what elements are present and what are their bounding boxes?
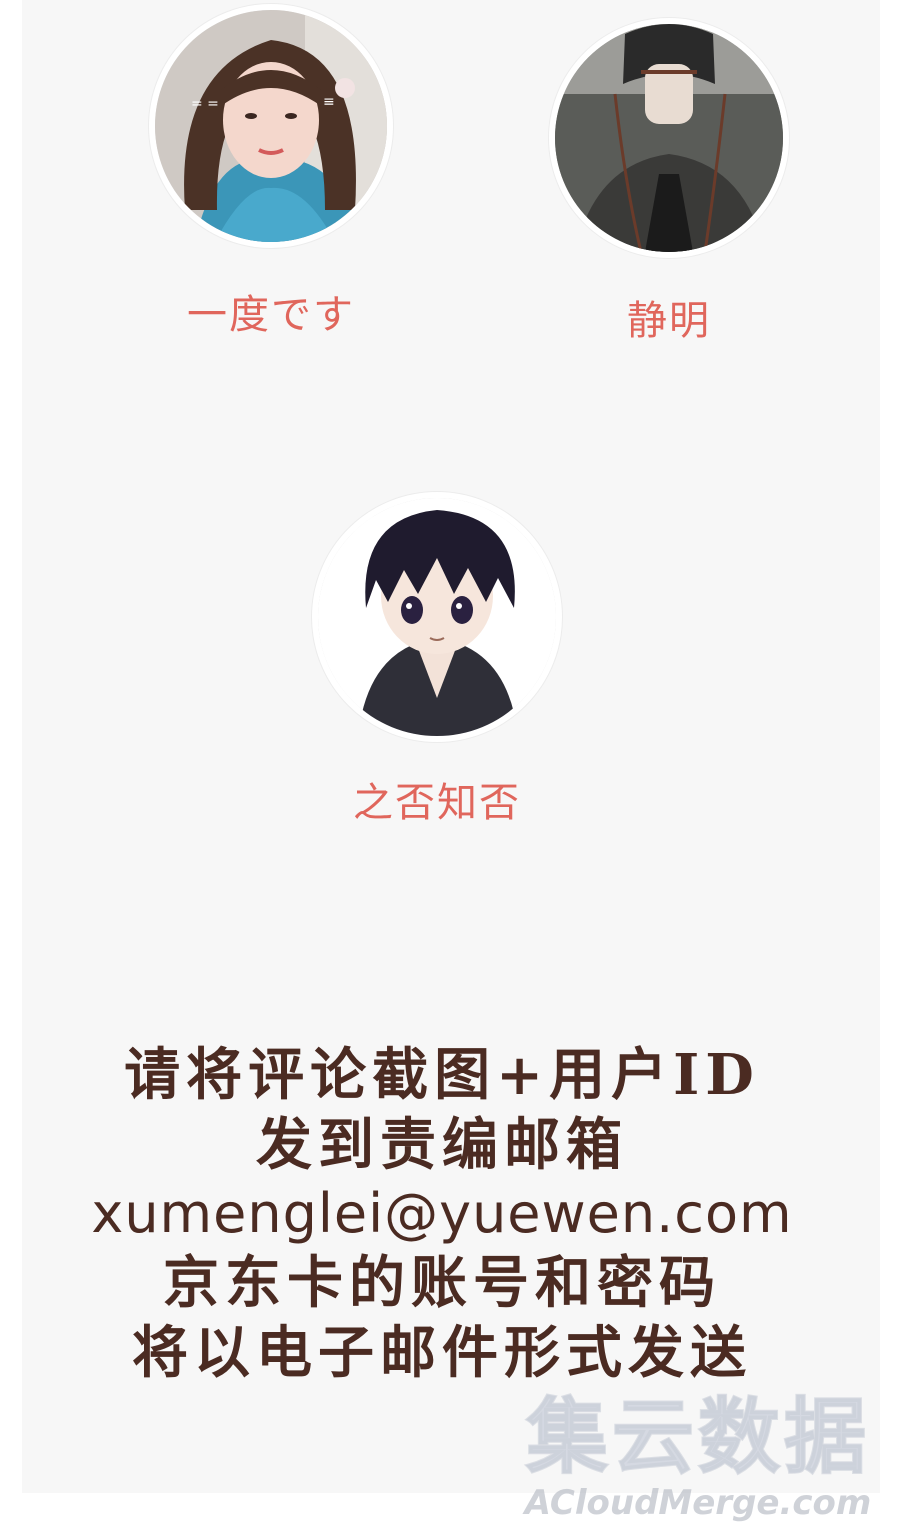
editor-email[interactable]: xumenglei@yuewen.com xyxy=(22,1180,862,1248)
svg-text:= =: = = xyxy=(191,96,219,112)
notice-line: 请将评论截图+用户ID xyxy=(124,1042,760,1108)
winner-name: 之否知否 xyxy=(353,780,521,826)
winner-card: 静明 xyxy=(548,18,790,346)
winner-name: 一度です xyxy=(187,292,355,338)
svg-text:≡: ≡ xyxy=(323,94,335,110)
avatar[interactable] xyxy=(549,18,789,258)
notice-line: 将以电子邮件形式发送 xyxy=(132,1320,752,1386)
prize-notice: 请将评论截图+用户ID 发到责编邮箱 xumenglei@yuewen.com … xyxy=(22,1040,862,1388)
girl-photo-avatar-icon: = = ≡ xyxy=(155,10,387,242)
notice-line: 京东卡的账号和密码 xyxy=(163,1250,721,1316)
winner-card: = = ≡ 一度です xyxy=(149,4,393,340)
illustrated-man-avatar-icon xyxy=(555,24,783,252)
avatar[interactable]: = = ≡ xyxy=(149,4,393,248)
avatar[interactable] xyxy=(312,492,562,742)
anime-boy-avatar-icon xyxy=(318,498,556,736)
winner-card: 之否知否 xyxy=(312,492,562,828)
winner-name: 静明 xyxy=(627,298,711,344)
notice-line: 发到责编邮箱 xyxy=(256,1112,628,1178)
page: = = ≡ 一度です 静明 之否知否 请将评论截图+用户ID 发到责编邮箱 xu… xyxy=(0,0,900,1532)
